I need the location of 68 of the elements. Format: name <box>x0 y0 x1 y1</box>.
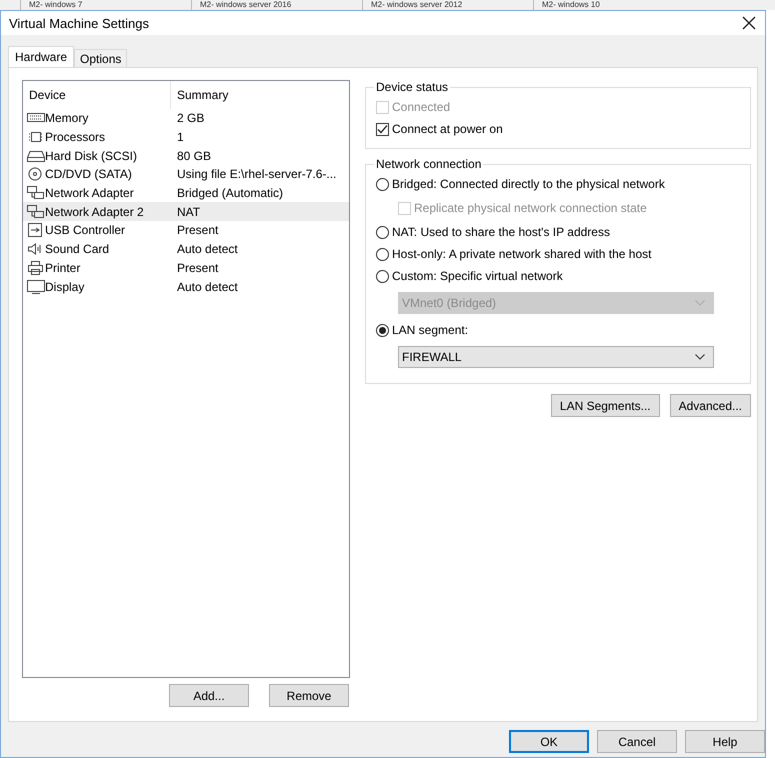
device-name: Network Adapter 2 <box>45 204 144 219</box>
column-header[interactable]: Device <box>23 81 171 109</box>
network-button[interactable]: Advanced... <box>670 394 751 417</box>
close-icon[interactable] <box>742 16 756 30</box>
dialog-button[interactable]: Help <box>685 730 765 753</box>
device-name: Network Adapter <box>45 186 134 200</box>
printer-icon <box>27 260 45 275</box>
device-row[interactable]: Sound Card Auto detect <box>23 240 349 258</box>
column-header[interactable]: Summary <box>171 81 228 109</box>
radio-button[interactable] <box>376 270 389 282</box>
device-summary: Present <box>176 260 218 275</box>
device-summary: Present <box>176 223 218 238</box>
device-name: Processors <box>45 130 106 144</box>
device-row[interactable]: Processors 1 <box>23 128 349 146</box>
device-name: USB Controller <box>45 223 126 238</box>
dialog-button[interactable]: Cancel <box>597 730 677 753</box>
group-title: Network connection <box>375 157 482 171</box>
radio-button[interactable] <box>376 324 389 336</box>
monitor-icon <box>27 280 45 294</box>
tab[interactable]: Options <box>74 49 128 67</box>
network-icon <box>27 186 45 200</box>
radio-button[interactable] <box>376 226 389 238</box>
radio-label: Bridged: Connected directly to the physical network <box>392 177 665 191</box>
network-button[interactable]: LAN Segments... <box>550 394 660 417</box>
chip-icon <box>27 130 45 144</box>
device-name: CD/DVD (SATA) <box>45 167 132 182</box>
device-row[interactable]: Memory 2 GB <box>23 109 349 128</box>
device-summary: Auto detect <box>176 280 238 294</box>
dropdown[interactable]: FIREWALL <box>398 346 714 368</box>
checkbox-label: Connected <box>392 100 450 114</box>
radio-label: Host-only: A private network shared with the host <box>392 247 652 261</box>
device-row[interactable]: CD/DVD (SATA) Using file E:\rhel-server-7.6-... <box>23 165 349 184</box>
device-summary: NAT <box>176 204 200 219</box>
device-name: Memory <box>45 111 88 126</box>
device-row[interactable]: Network Adapter 2 NAT <box>23 202 349 222</box>
device-row[interactable]: Printer Present <box>23 258 349 278</box>
radio-button[interactable] <box>376 178 389 190</box>
device-summary: Using file E:\rhel-server-7.6-... <box>176 167 336 182</box>
device-name: Sound Card <box>45 242 110 256</box>
list-button[interactable]: Remove <box>269 684 349 707</box>
device-name: Printer <box>45 260 80 275</box>
device-summary: 80 GB <box>176 148 212 163</box>
tab[interactable]: Hardware <box>8 46 74 67</box>
device-summary: Bridged (Automatic) <box>176 186 284 200</box>
radio-label: LAN segment: <box>392 323 468 337</box>
usb-icon <box>27 223 45 238</box>
checkbox-label: Connect at power on <box>392 122 503 136</box>
device-row[interactable]: Network Adapter Bridged (Automatic) <box>23 184 349 202</box>
device-name: Display <box>45 280 84 294</box>
window-title: Virtual Machine Settings <box>9 16 149 30</box>
device-summary: Auto detect <box>176 242 238 256</box>
device-name: Hard Disk (SCSI) <box>45 148 138 163</box>
device-row[interactable]: Display Auto detect <box>23 277 349 296</box>
checkbox[interactable] <box>376 122 389 136</box>
checkbox-label: Replicate physical network connection state <box>414 201 647 215</box>
chevron-down-icon <box>695 300 705 306</box>
network-icon <box>27 204 45 219</box>
radio-label: Custom: Specific virtual network <box>392 269 563 283</box>
list-button[interactable]: Add... <box>169 684 249 707</box>
dialog-button[interactable]: OK <box>509 730 589 753</box>
chevron-down-icon <box>695 354 705 360</box>
device-row[interactable]: Hard Disk (SCSI) 80 GB <box>23 146 349 166</box>
group-title: Device status <box>375 80 450 94</box>
device-summary: 1 <box>176 130 184 144</box>
device-row[interactable]: USB Controller Present <box>23 221 349 240</box>
radio-label: NAT: Used to share the host's IP address <box>392 225 610 239</box>
device-summary: 2 GB <box>176 111 204 126</box>
radio-button[interactable] <box>376 248 389 260</box>
